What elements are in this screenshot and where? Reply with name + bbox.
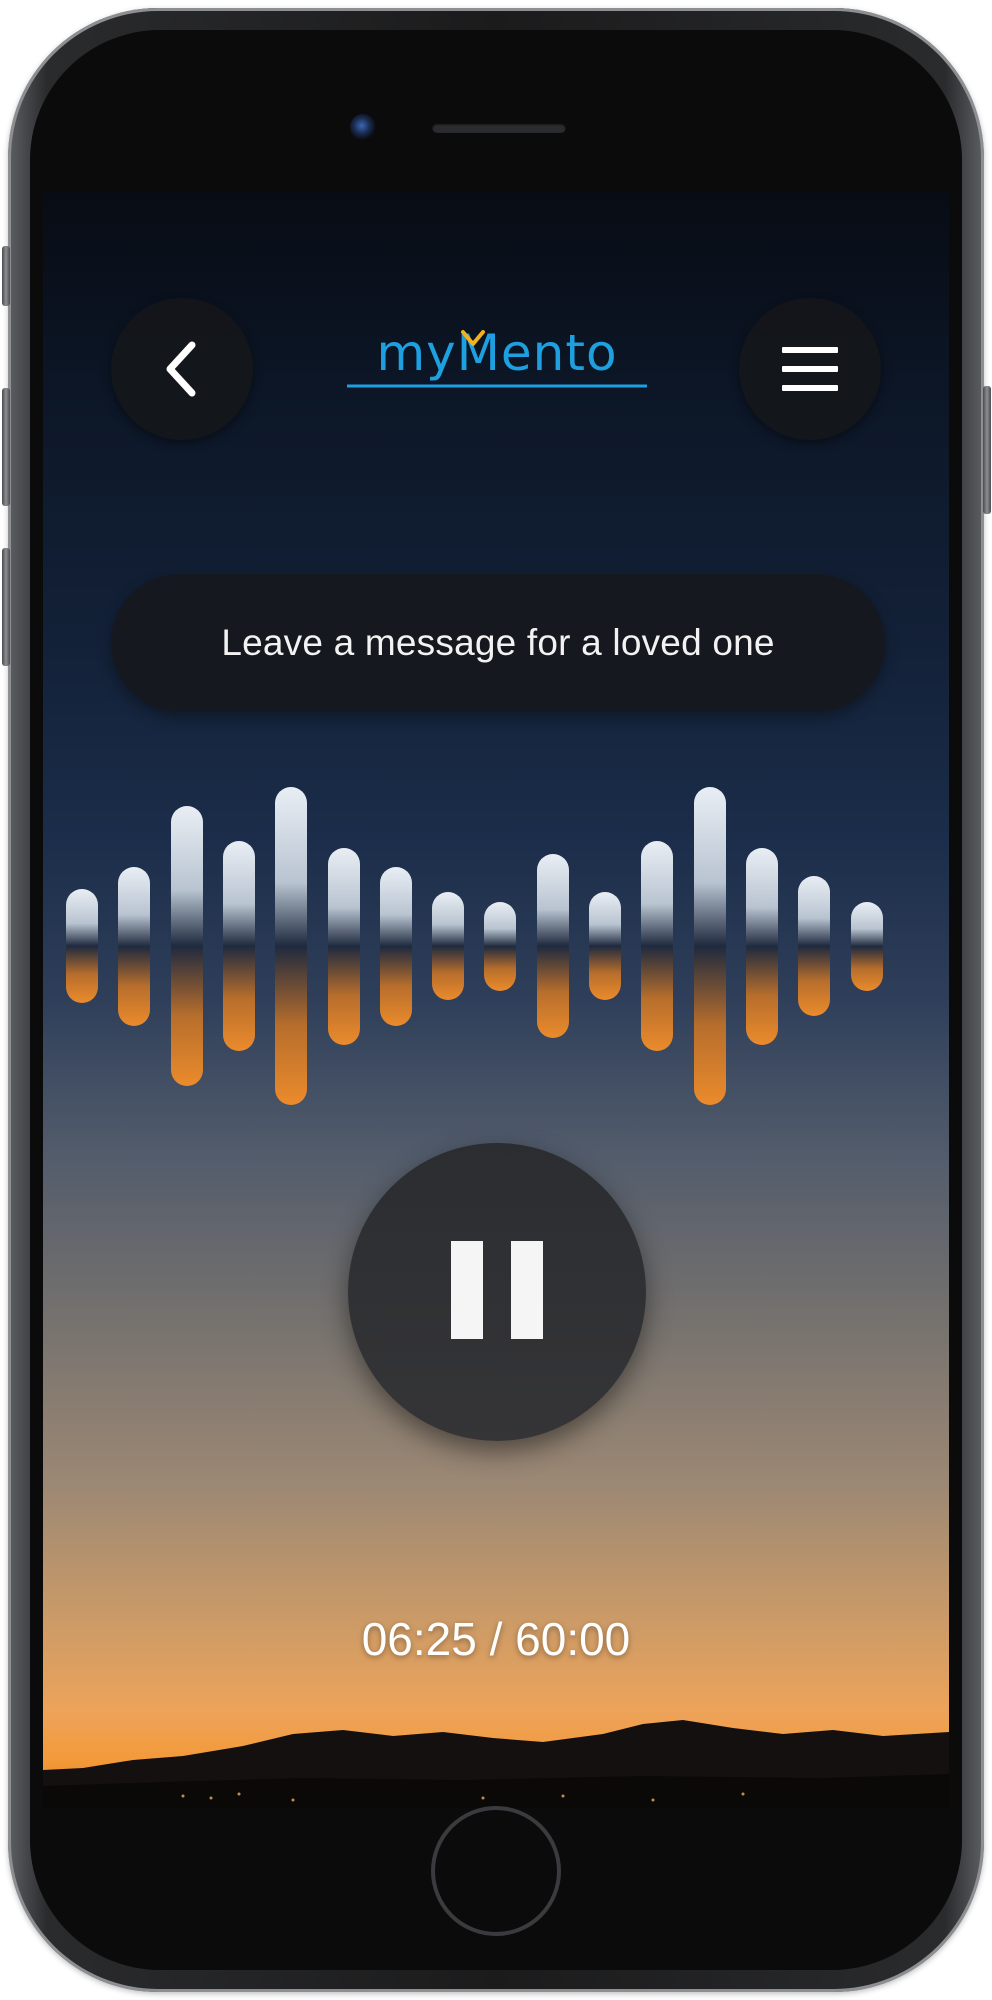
home-button[interactable] bbox=[431, 1806, 561, 1936]
waveform-bar bbox=[746, 848, 778, 1045]
back-button[interactable] bbox=[111, 298, 253, 440]
waveform-bar bbox=[432, 892, 464, 1000]
menu-button[interactable] bbox=[739, 298, 881, 440]
app-logo: myMento bbox=[345, 322, 649, 392]
waveform-bar bbox=[223, 841, 255, 1051]
waveform-bar bbox=[328, 848, 360, 1045]
waveform-bar bbox=[798, 876, 830, 1016]
waveform-bar bbox=[66, 889, 98, 1003]
hamburger-menu-icon bbox=[782, 347, 838, 391]
power-button bbox=[983, 386, 991, 514]
pause-icon-right-bar bbox=[511, 1241, 543, 1339]
waveform-bar bbox=[275, 787, 307, 1105]
chevron-left-icon bbox=[166, 341, 196, 397]
app-screen: myMento Leave a message for a loved one … bbox=[43, 192, 949, 1808]
waveform-bar bbox=[484, 902, 516, 991]
waveform-bar bbox=[380, 867, 412, 1026]
waveform-bar bbox=[694, 787, 726, 1105]
front-camera bbox=[350, 114, 376, 140]
message-prompt-text: Leave a message for a loved one bbox=[221, 622, 775, 663]
audio-waveform bbox=[43, 787, 949, 1117]
pause-button[interactable] bbox=[348, 1143, 646, 1441]
waveform-bar bbox=[851, 902, 883, 991]
waveform-bar bbox=[589, 892, 621, 1000]
waveform-bar bbox=[118, 867, 150, 1026]
logo-text: myMento bbox=[376, 324, 617, 382]
waveform-bar bbox=[641, 841, 673, 1051]
waveform-bar bbox=[171, 806, 203, 1086]
volume-up-button bbox=[2, 388, 10, 506]
waveform-bar bbox=[537, 854, 569, 1038]
mute-switch bbox=[2, 246, 10, 306]
pause-icon-left-bar bbox=[451, 1241, 483, 1339]
volume-down-button bbox=[2, 548, 10, 666]
recording-timer: 06:25 / 60:00 bbox=[361, 1613, 631, 1665]
mountain-silhouette bbox=[43, 1720, 949, 1808]
message-prompt: Leave a message for a loved one bbox=[111, 574, 885, 712]
earpiece-speaker bbox=[432, 123, 566, 133]
